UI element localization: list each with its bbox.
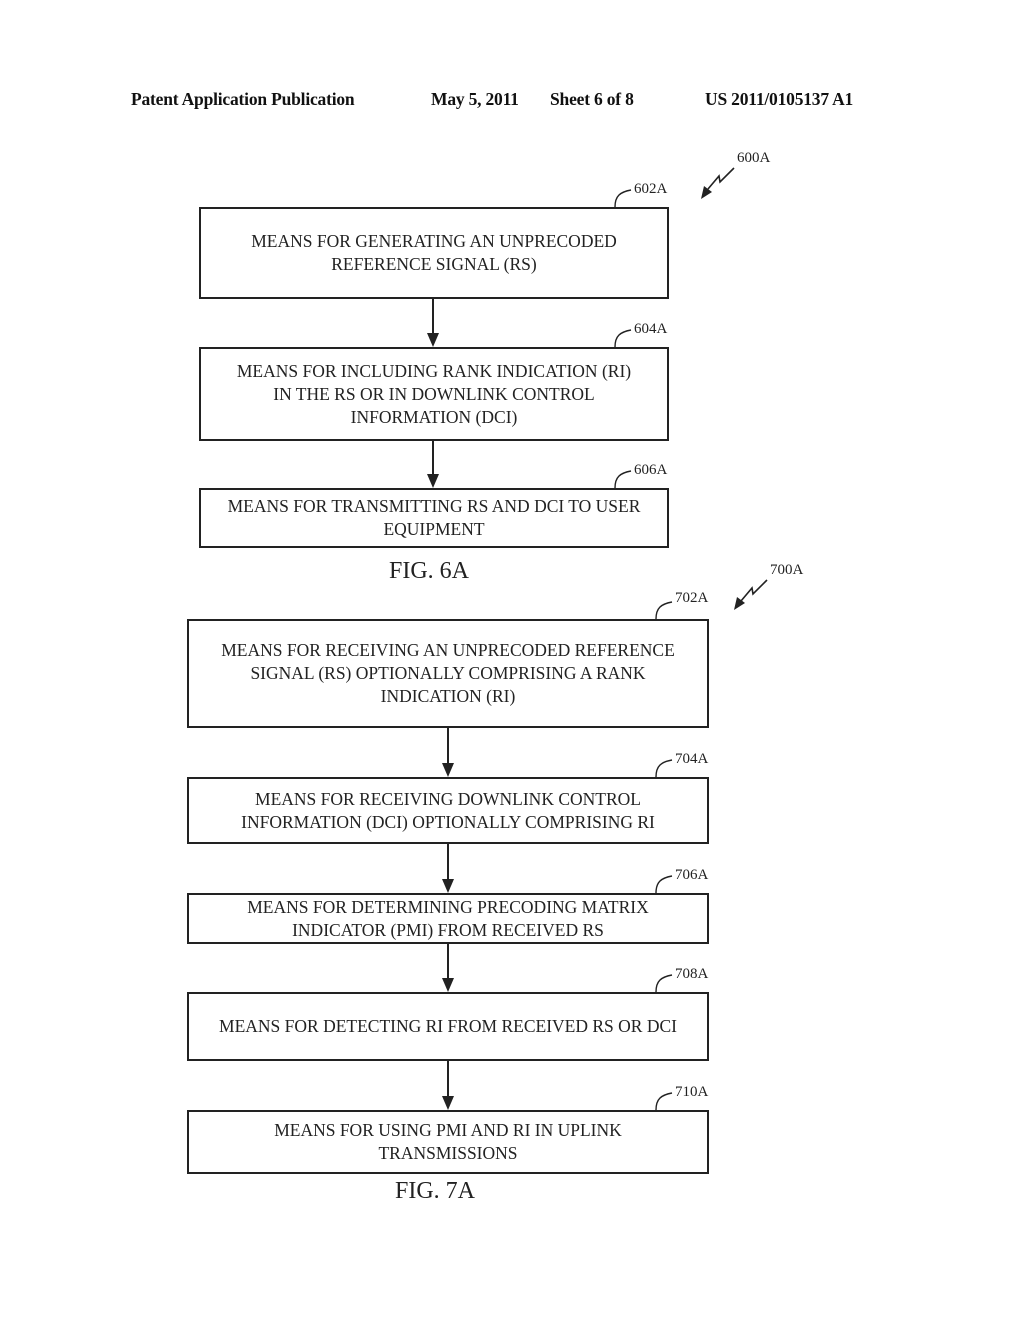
figure-ref-600a: 600A: [737, 150, 771, 166]
flow-step-710a: MEANS FOR USING PMI AND RI IN UPLINK TRA…: [187, 1110, 709, 1174]
publication-type: Patent Application Publication: [131, 89, 355, 109]
step-text-line: MEANS FOR GENERATING AN UNPRECODED: [251, 231, 617, 251]
step-text-line: INFORMATION (DCI): [350, 406, 518, 427]
step-text-line: EQUIPMENT: [383, 519, 485, 539]
leader-line-702a: [655, 601, 673, 620]
flow-arrow-604a-606a: [427, 441, 439, 488]
step-text: MEANS FOR DETECTING RI FROM RECEIVED RS …: [213, 1015, 683, 1038]
zigzag-arrow-700a-icon: [734, 579, 768, 610]
step-text-line: REFERENCE SIGNAL (RS): [331, 254, 537, 274]
step-text-line: INFORMATION (DCI) OPTIONALLY COMPRISING …: [241, 811, 655, 832]
step-ref-704a: 704A: [675, 751, 709, 767]
leader-line-704a: [655, 759, 673, 778]
flow-arrow-708a-710a: [442, 1061, 454, 1110]
step-ref-702a: 702A: [675, 590, 709, 606]
sheet-number: Sheet 6 of 8: [550, 89, 634, 109]
step-text-line: MEANS FOR TRANSMITTING RS AND DCI TO USE…: [227, 496, 641, 516]
leader-line-602a: [614, 189, 632, 208]
step-text: MEANS FOR DETERMINING PRECODING MATRIX I…: [241, 896, 655, 942]
flow-step-602a: MEANS FOR GENERATING AN UNPRECODED REFER…: [199, 207, 669, 299]
step-text: MEANS FOR INCLUDING RANK INDICATION (RI)…: [231, 360, 637, 429]
step-text: MEANS FOR RECEIVING DOWNLINK CONTROL INF…: [235, 788, 661, 834]
step-text-line: INDICATION (RI): [380, 686, 516, 706]
step-text: MEANS FOR RECEIVING AN UNPRECODED REFERE…: [215, 639, 681, 708]
step-ref-604a: 604A: [634, 321, 668, 337]
leader-line-604a: [614, 329, 632, 348]
figure-caption-6a: FIG. 6A: [389, 558, 470, 584]
step-text-line: SIGNAL (RS) OPTIONALLY COMPRISING A RANK: [250, 663, 646, 683]
step-text-line: MEANS FOR USING PMI AND RI IN UPLINK: [274, 1120, 622, 1140]
step-text-line: MEANS FOR DETERMINING PRECODING MATRIX: [247, 896, 649, 917]
step-ref-706a: 706A: [675, 867, 709, 883]
leader-line-706a: [655, 875, 673, 894]
leader-line-708a: [655, 974, 673, 993]
publication-date: May 5, 2011: [431, 89, 519, 109]
flow-arrow-704a-706a: [442, 844, 454, 893]
leader-line-606a: [614, 470, 632, 489]
step-text-line: IN THE RS OR IN DOWNLINK CONTROL: [273, 383, 595, 404]
flow-step-606a: MEANS FOR TRANSMITTING RS AND DCI TO USE…: [199, 488, 669, 548]
step-text-line: MEANS FOR INCLUDING RANK INDICATION (RI): [236, 360, 632, 381]
step-ref-606a: 606A: [634, 462, 668, 478]
flow-step-708a: MEANS FOR DETECTING RI FROM RECEIVED RS …: [187, 992, 709, 1061]
flow-arrow-702a-704a: [442, 728, 454, 777]
step-text: MEANS FOR USING PMI AND RI IN UPLINK TRA…: [268, 1119, 628, 1165]
step-text-line: TRANSMISSIONS: [378, 1143, 518, 1163]
step-text: MEANS FOR TRANSMITTING RS AND DCI TO USE…: [222, 495, 647, 541]
step-text-line: MEANS FOR RECEIVING AN UNPRECODED REFERE…: [221, 640, 675, 660]
step-text-line: MEANS FOR DETECTING RI FROM RECEIVED RS …: [219, 1016, 677, 1036]
step-ref-710a: 710A: [675, 1084, 709, 1100]
step-ref-602a: 602A: [634, 181, 668, 197]
flow-step-704a: MEANS FOR RECEIVING DOWNLINK CONTROL INF…: [187, 777, 709, 844]
flow-arrow-602a-604a: [427, 299, 439, 347]
figure-caption-7a: FIG. 7A: [395, 1178, 476, 1204]
figure-ref-700a: 700A: [770, 562, 804, 578]
flow-step-702a: MEANS FOR RECEIVING AN UNPRECODED REFERE…: [187, 619, 709, 728]
publication-number: US 2011/0105137 A1: [705, 89, 854, 109]
flow-arrow-706a-708a: [442, 944, 454, 992]
flow-step-604a: MEANS FOR INCLUDING RANK INDICATION (RI)…: [199, 347, 669, 441]
step-text-line: INDICATOR (PMI) FROM RECEIVED RS: [292, 919, 604, 940]
step-text-line: MEANS FOR RECEIVING DOWNLINK CONTROL: [255, 788, 641, 809]
leader-line-710a: [655, 1092, 673, 1111]
flow-step-706a: MEANS FOR DETERMINING PRECODING MATRIX I…: [187, 893, 709, 944]
step-text: MEANS FOR GENERATING AN UNPRECODED REFER…: [245, 230, 623, 276]
zigzag-arrow-600a-icon: [701, 167, 735, 199]
step-ref-708a: 708A: [675, 966, 709, 982]
